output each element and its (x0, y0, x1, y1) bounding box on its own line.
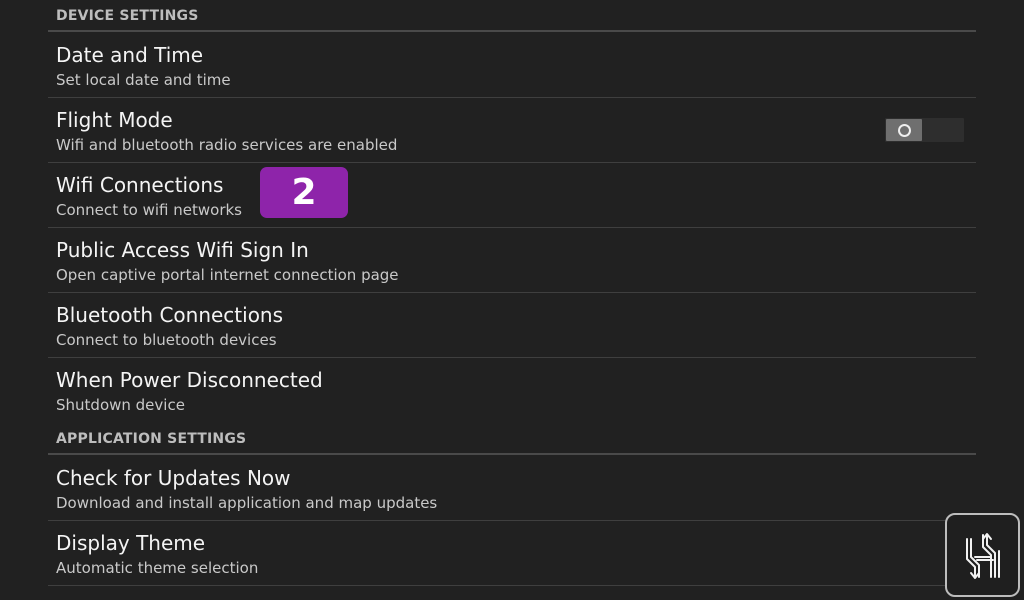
toggle-off-icon (898, 124, 911, 137)
setting-bluetooth-connections[interactable]: Bluetooth Connections Connect to bluetoo… (48, 293, 976, 357)
setting-title: Date and Time (56, 43, 204, 67)
setting-title: Bluetooth Connections (56, 303, 284, 327)
flight-mode-toggle[interactable] (885, 118, 964, 142)
app-logo-button[interactable] (945, 513, 1020, 597)
setting-subtitle: Connect to wifi networks (56, 201, 242, 219)
setting-wifi-connections[interactable]: Wifi Connections Connect to wifi network… (48, 163, 976, 227)
setting-display-theme[interactable]: Display Theme Automatic theme selection (48, 521, 976, 585)
setting-title: When Power Disconnected (56, 368, 323, 392)
setting-title: Wifi Connections (56, 173, 224, 197)
setting-check-for-updates-now[interactable]: Check for Updates Now Download and insta… (48, 456, 976, 520)
toggle-knob (886, 119, 922, 141)
setting-subtitle: Open captive portal internet connection … (56, 266, 399, 284)
setting-title: Check for Updates Now (56, 466, 291, 490)
section-header-application-settings: APPLICATION SETTINGS (56, 431, 247, 447)
setting-subtitle: Download and install application and map… (56, 494, 438, 512)
step-number-badge: 2 (260, 167, 348, 218)
section-header-device-settings: DEVICE SETTINGS (56, 8, 199, 24)
h-arrows-logo-icon (966, 533, 1000, 579)
setting-flight-mode[interactable]: Flight Mode Wifi and bluetooth radio ser… (48, 98, 976, 162)
setting-subtitle: Shutdown device (56, 396, 185, 414)
setting-public-access-wifi-sign-in[interactable]: Public Access Wifi Sign In Open captive … (48, 228, 976, 292)
setting-subtitle: Wifi and bluetooth radio services are en… (56, 136, 398, 154)
setting-date-and-time[interactable]: Date and Time Set local date and time (48, 33, 976, 97)
section-divider (48, 30, 976, 32)
setting-title: Public Access Wifi Sign In (56, 238, 309, 262)
section-divider (48, 453, 976, 455)
setting-title: Flight Mode (56, 108, 173, 132)
setting-title: Display Theme (56, 531, 206, 555)
setting-subtitle: Set local date and time (56, 71, 231, 89)
row-divider (48, 585, 976, 586)
setting-subtitle: Connect to bluetooth devices (56, 331, 277, 349)
setting-subtitle: Automatic theme selection (56, 559, 259, 577)
setting-when-power-disconnected[interactable]: When Power Disconnected Shutdown device (48, 358, 976, 422)
